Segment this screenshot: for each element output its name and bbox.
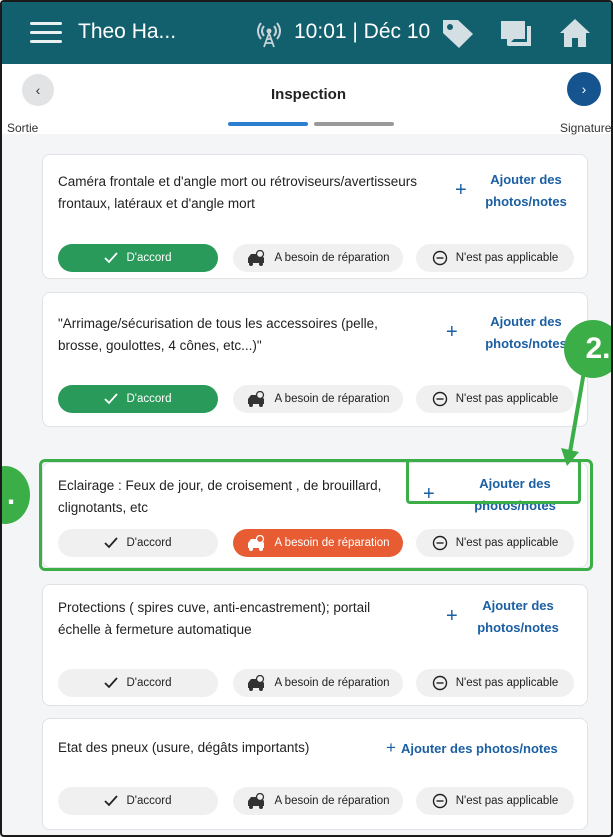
inspection-header: ‹ Sortie Inspection › Signature [2, 64, 611, 135]
add-photos-notes-link[interactable]: Ajouter des photos/notes [476, 169, 576, 213]
ok-button[interactable]: D'accord [58, 385, 218, 413]
minus-circle-icon [432, 250, 448, 266]
time-date: 10:01 | Déc 10 [294, 20, 431, 43]
next-label[interactable]: Signature [560, 121, 611, 135]
item-description: Caméra frontale et d'angle mort ou rétro… [58, 174, 417, 211]
check-icon [104, 252, 119, 264]
add-icon[interactable]: + [386, 738, 396, 757]
app-bar: Theo Ha... 10:01 | Déc 10 [2, 2, 611, 64]
progress-step-active [228, 122, 308, 126]
minus-circle-icon [432, 391, 448, 407]
back-label[interactable]: Sortie [7, 121, 38, 135]
annotation-badge-2: 2. [564, 320, 611, 378]
annotation-badge-1: . [2, 466, 30, 524]
user-name: Theo Ha... [78, 20, 177, 43]
inspection-item: Protections ( spires cuve, anti-encastre… [42, 584, 588, 706]
tag-icon[interactable] [440, 16, 476, 50]
add-photos-notes-link[interactable]: Ajouter des photos/notes [468, 595, 568, 639]
item-description: Protections ( spires cuve, anti-encastre… [58, 600, 371, 637]
add-photos-notes-link[interactable]: + Ajouter des photos/notes [386, 737, 576, 760]
car-repair-icon [246, 793, 266, 809]
annotation-arrow [561, 365, 587, 466]
not-applicable-button[interactable]: N'est pas applicable [416, 787, 574, 815]
ok-button[interactable]: D'accord [58, 787, 218, 815]
minus-circle-icon [432, 675, 448, 691]
add-icon[interactable]: + [446, 605, 458, 628]
ok-button[interactable]: D'accord [58, 669, 218, 697]
needs-repair-button[interactable]: A besoin de réparation [233, 787, 403, 815]
chat-icon[interactable] [499, 18, 533, 50]
needs-repair-button[interactable]: A besoin de réparation [233, 385, 403, 413]
needs-repair-button[interactable]: A besoin de réparation [233, 244, 403, 272]
not-applicable-button[interactable]: N'est pas applicable [416, 385, 574, 413]
needs-repair-button[interactable]: A besoin de réparation [233, 669, 403, 697]
check-icon [104, 393, 119, 405]
home-icon[interactable] [558, 16, 592, 50]
ok-button[interactable]: D'accord [58, 244, 218, 272]
next-button[interactable]: › [567, 72, 601, 106]
check-icon [104, 677, 119, 689]
item-description: Etat des pneux (usure, dégâts importants… [58, 740, 310, 755]
add-icon[interactable]: + [455, 179, 467, 202]
minus-circle-icon [432, 793, 448, 809]
inspection-item: Caméra frontale et d'angle mort ou rétro… [42, 154, 588, 279]
inspection-item: Etat des pneux (usure, dégâts importants… [42, 718, 588, 830]
inspection-item: "Arrimage/sécurisation de tous les acces… [42, 292, 588, 427]
item-description: "Arrimage/sécurisation de tous les acces… [58, 316, 378, 353]
page-title: Inspection [270, 86, 346, 103]
check-icon [104, 795, 119, 807]
annotation-highlight-add [406, 459, 581, 504]
car-repair-icon [246, 250, 266, 266]
app-frame: Theo Ha... 10:01 | Déc 10 ‹ Sortie Inspe… [0, 0, 613, 837]
not-applicable-button[interactable]: N'est pas applicable [416, 669, 574, 697]
add-photos-notes-link[interactable]: Ajouter des photos/notes [476, 311, 576, 355]
progress-step-inactive [314, 122, 394, 126]
car-repair-icon [246, 675, 266, 691]
add-icon[interactable]: + [446, 321, 458, 344]
not-applicable-button[interactable]: N'est pas applicable [416, 244, 574, 272]
broadcast-signal-icon [257, 22, 281, 48]
car-repair-icon [246, 391, 266, 407]
menu-icon[interactable] [30, 22, 62, 44]
